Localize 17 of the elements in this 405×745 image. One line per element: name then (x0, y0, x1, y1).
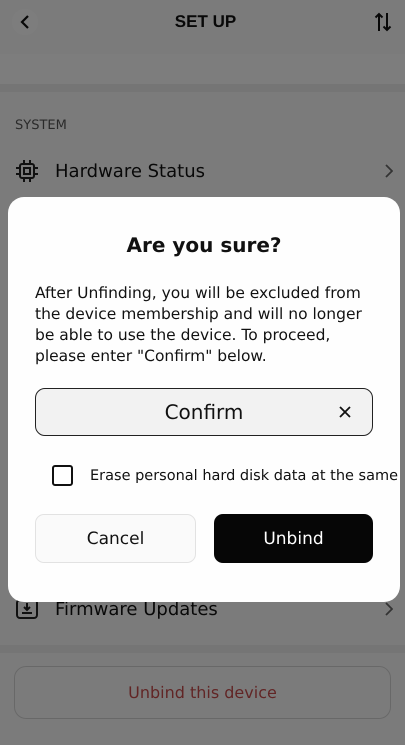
dialog-message: After Unfinding, you will be excluded from the device membership and will no longer be able to use the device. To proceed, please enter "Confirm" below. (35, 283, 363, 367)
settings-row[interactable]: Hardware Status (0, 145, 405, 197)
section-label: SYSTEM (14, 117, 68, 133)
screen-title: SET UP (174, 12, 236, 32)
chevron-icon (385, 602, 393, 616)
back-icon (19, 14, 31, 30)
clear-icon[interactable] (339, 406, 351, 418)
checkbox-label: Erase personal hard disk data at the same (90, 468, 398, 484)
confirm-input-field[interactable]: Confirm (35, 388, 373, 436)
cancel-button[interactable]: Cancel (35, 514, 196, 563)
chip-icon (15, 159, 39, 183)
settings-row[interactable]: Firmware Updates (0, 583, 405, 635)
checkbox[interactable] (52, 465, 73, 486)
dialog-title: Are you sure? (125, 233, 283, 257)
sort-icon[interactable] (373, 11, 393, 33)
unbind-button[interactable]: Unbind (214, 514, 373, 563)
chevron-icon (385, 164, 393, 178)
